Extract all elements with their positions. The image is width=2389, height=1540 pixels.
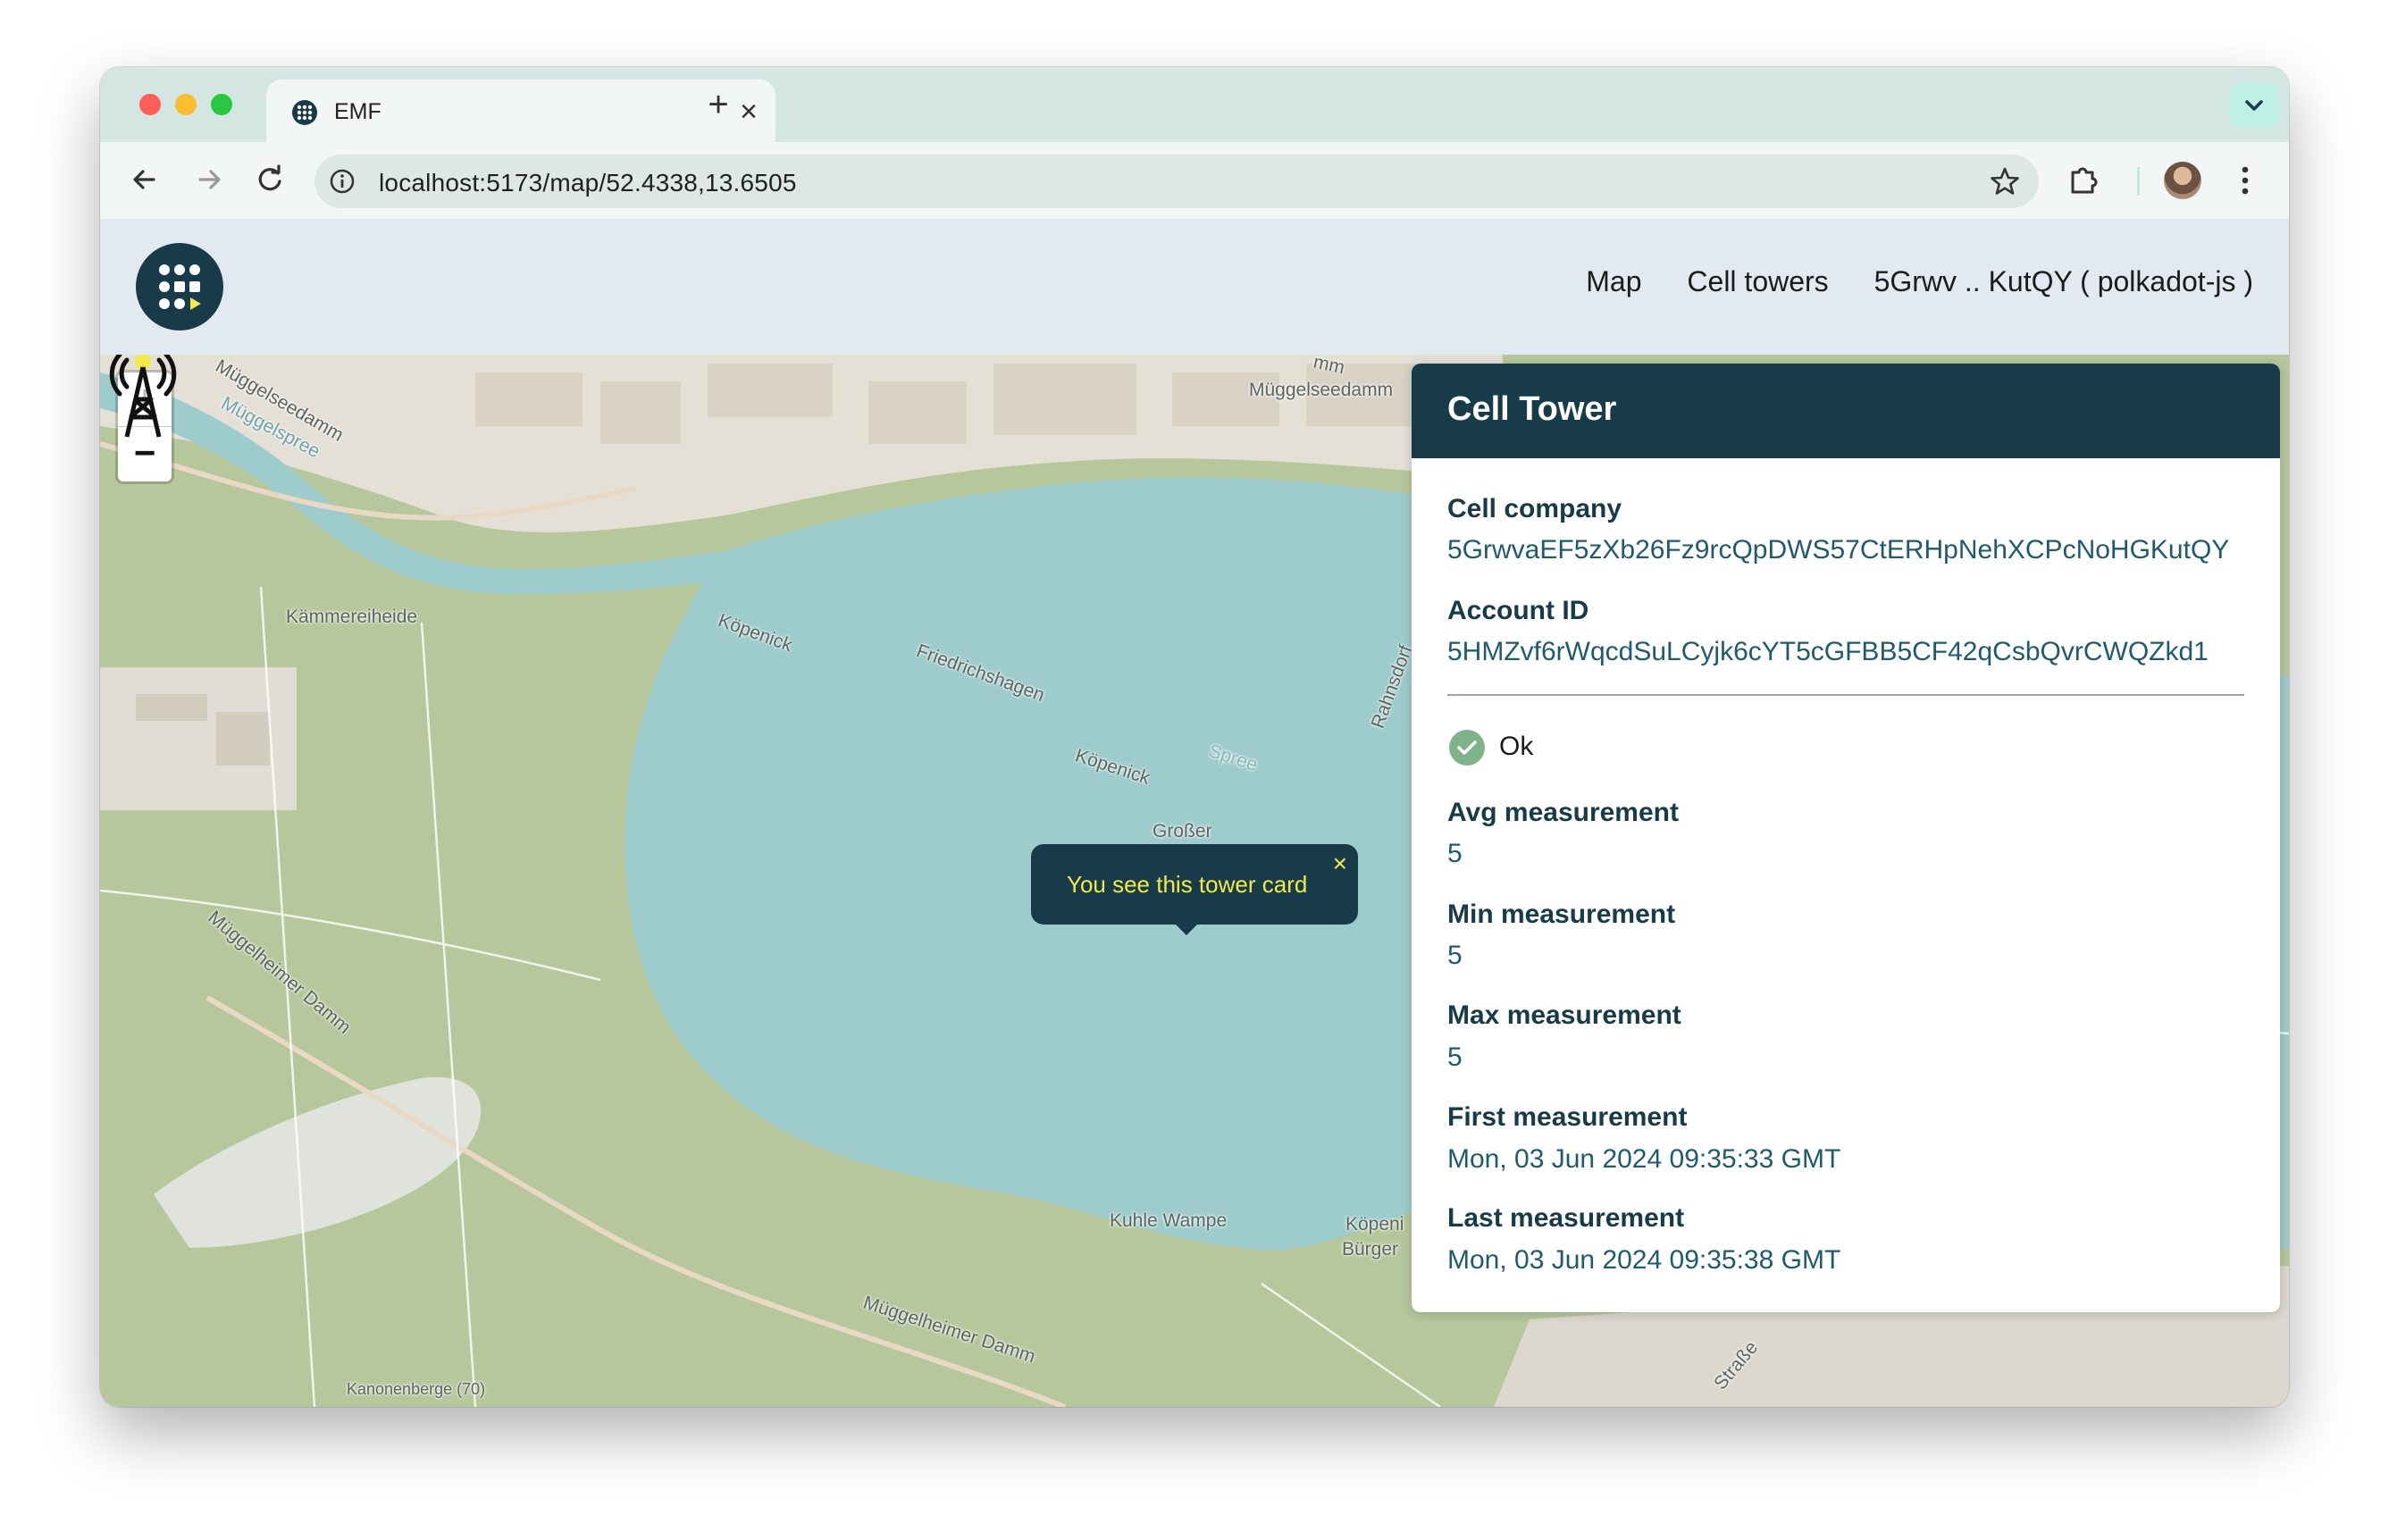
maximize-window-button[interactable] [211,94,232,115]
cell-tower-marker-icon[interactable] [100,355,186,440]
minimize-window-button[interactable] [175,94,197,115]
tooltip-text: You see this tower card [1067,871,1308,898]
cell-company-label: Cell company [1447,494,1622,523]
forward-arrow-icon[interactable] [189,160,229,199]
address-bar[interactable]: localhost:5173/map/52.4338,13.6505 [314,155,2039,208]
map-label-area: Köpeni [1345,1214,1404,1235]
nav-cell-towers-link[interactable]: Cell towers [1687,265,1828,297]
account-selector[interactable]: 5Grwv .. KutQY ( polkadot-js ) [1874,265,2253,297]
main-nav: Map Cell towers 5Grwv .. KutQY ( polkado… [1548,265,2253,298]
more-menu-icon[interactable] [2232,162,2259,199]
app-header: Map Cell towers 5Grwv .. KutQY ( polkado… [100,219,2289,355]
account-id-value: 5HMZvf6rWqcdSuLCyjk6cYT5cGFBB5CF42qCsbQv… [1447,637,2209,666]
browser-toolbar: localhost:5173/map/52.4338,13.6505 [100,142,2289,220]
map-label-area: Kämmereiheide [286,607,418,627]
url-text[interactable]: localhost:5173/map/52.4338,13.6505 [379,169,797,197]
site-info-icon[interactable] [329,168,356,195]
globe-icon [292,100,317,125]
first-measurement-value: Mon, 03 Jun 2024 09:35:33 GMT [1447,1144,1841,1174]
toolbar-divider [2137,167,2140,196]
min-measurement-value: 5 [1447,941,1463,970]
tooltip-arrow [1174,923,1199,935]
min-measurement-label: Min measurement [1447,900,1676,929]
extensions-icon[interactable] [2066,162,2101,197]
avg-measurement-label: Avg measurement [1447,798,1679,827]
tab-title: EMF [334,99,381,124]
cell-company-value: 5GrwvaEF5zXb26Fz9rcQpDWS57CtERHpNehXCPcN… [1447,535,2230,565]
tooltip-close-icon[interactable]: × [1333,850,1347,878]
back-arrow-icon[interactable] [125,160,164,199]
map-label-hill: Kanonenberge (70) [347,1380,486,1398]
first-measurement-label: First measurement [1447,1102,1688,1132]
last-measurement-label: Last measurement [1447,1203,1685,1233]
max-measurement-value: 5 [1447,1042,1463,1072]
close-window-button[interactable] [139,94,161,115]
map-label-street: Müggelseedamm [1249,380,1394,400]
card-title: Cell Tower [1447,390,1617,428]
tab-strip: EMF × + [100,67,2289,144]
account-id-label: Account ID [1447,596,1589,625]
app-logo[interactable] [136,243,223,331]
logo-icon [159,264,201,310]
cell-tower-card: Cell Tower Cell company 5GrwvaEF5zXb26Fz… [1412,364,2280,1312]
browser-window: EMF × + localhost:5173/map/52.4338,13.65… [100,67,2289,1407]
map-label-lake: Großer [1153,821,1212,841]
nav-map-link[interactable]: Map [1586,265,1641,297]
map-label-area: Kuhle Wampe [1110,1210,1228,1231]
tab-close-icon[interactable]: × [740,94,758,130]
avg-measurement-value: 5 [1447,839,1463,868]
map-view[interactable]: Müggelseedamm Müggelspree Müggelseedamm … [100,355,2289,1407]
tower-tooltip: You see this tower card × [1031,844,1358,935]
new-tab-button[interactable]: + [699,85,738,124]
card-divider [1447,694,2244,696]
profile-avatar[interactable] [2164,162,2201,199]
bookmark-star-icon[interactable] [1989,165,2021,197]
reload-icon[interactable] [250,160,289,199]
map-label-area: Bürger [1342,1239,1399,1260]
check-circle-icon [1449,730,1485,766]
last-measurement-value: Mon, 03 Jun 2024 09:35:38 GMT [1447,1245,1841,1275]
max-measurement-label: Max measurement [1447,1000,1681,1030]
chevron-down-icon [2245,100,2263,111]
card-header: Cell Tower [1412,364,2280,458]
tab-search-button[interactable] [2230,83,2278,128]
status-text: Ok [1499,732,1534,761]
